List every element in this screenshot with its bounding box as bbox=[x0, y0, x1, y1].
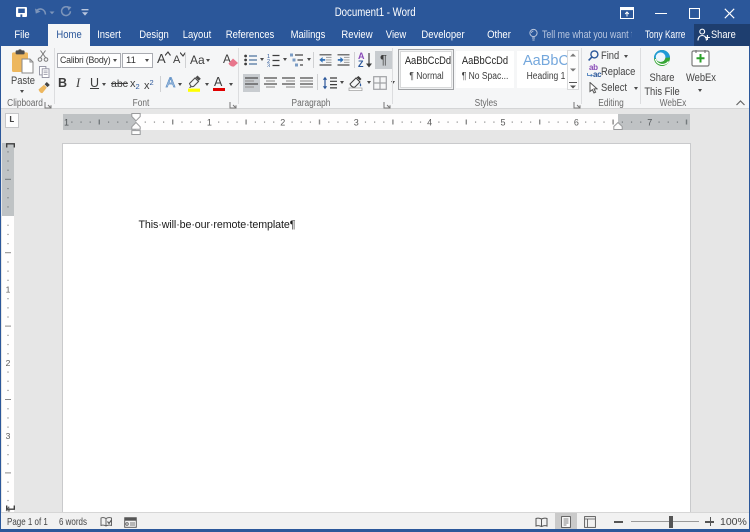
svg-text:3: 3 bbox=[354, 118, 359, 128]
svg-text:1: 1 bbox=[6, 284, 11, 294]
svg-text:1: 1 bbox=[207, 118, 212, 128]
svg-text:2: 2 bbox=[6, 358, 11, 368]
svg-text:2: 2 bbox=[280, 118, 285, 128]
svg-text:1: 1 bbox=[64, 118, 69, 128]
svg-text:7: 7 bbox=[647, 118, 652, 128]
svg-text:3: 3 bbox=[267, 64, 270, 68]
svg-text:6: 6 bbox=[574, 118, 579, 128]
svg-text:5: 5 bbox=[500, 118, 505, 128]
svg-text:4: 4 bbox=[427, 118, 432, 128]
svg-text:3: 3 bbox=[6, 431, 11, 441]
